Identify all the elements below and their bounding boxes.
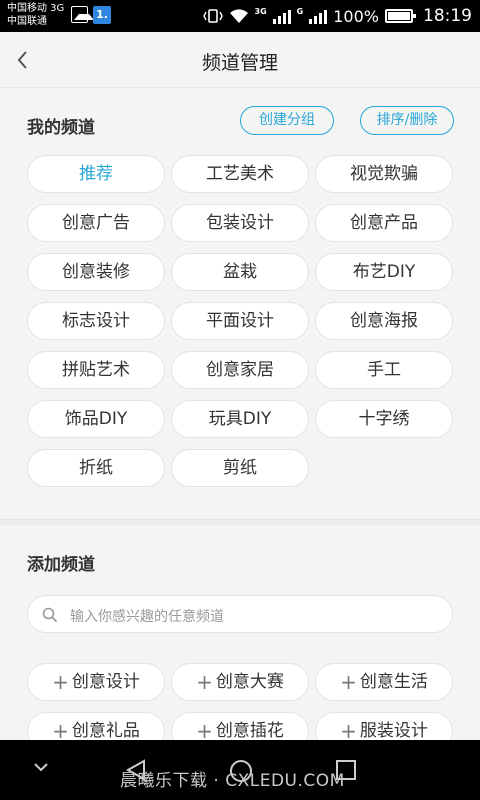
search-placeholder: 输入你感兴趣的任意频道	[70, 609, 224, 625]
add-channel-label: 创意大赛	[215, 672, 284, 692]
channel-search-input[interactable]: 输入你感兴趣的任意频道	[27, 595, 453, 633]
wifi-icon	[229, 9, 248, 23]
channel-chip[interactable]: 创意装修	[27, 253, 165, 291]
add-channels-title: 添加频道	[27, 555, 95, 575]
add-channels-grid: + 创意设计 + 创意大赛 + 创意生活 + 创意礼品 + 创意插花 + 服装设…	[27, 663, 455, 750]
my-channels-grid: 推荐 工艺美术 视觉欺骗 创意广告 包装设计 创意产品 创意装修 盆栽 布艺DI…	[27, 155, 455, 487]
system-navigation-bar: 晨曦乐下载 · CXLEDU.COM	[0, 740, 480, 800]
search-icon	[42, 607, 58, 623]
vibrate-icon	[202, 9, 223, 23]
clock: 18:19	[423, 6, 472, 26]
carrier-line-1: 中国移动 3G	[7, 3, 65, 14]
battery-icon	[385, 9, 416, 23]
network-3g-label: 3G	[254, 6, 267, 16]
add-channel-label: 创意生活	[359, 672, 428, 692]
plus-icon: +	[340, 670, 357, 694]
channel-chip[interactable]: 工艺美术	[171, 155, 309, 193]
carrier-line-2: 中国联通	[7, 16, 47, 27]
channel-chip[interactable]: 视觉欺骗	[315, 155, 453, 193]
watermark-text: 晨曦乐下载 · CXLEDU.COM	[120, 771, 345, 791]
page-title: 频道管理	[201, 52, 278, 74]
channel-chip[interactable]: 盆栽	[171, 253, 309, 291]
carrier-info: 中国移动 3G 中国联通	[7, 2, 64, 28]
channel-chip[interactable]: 剪纸	[171, 449, 309, 487]
app-notification-icon: 1.	[93, 6, 111, 24]
status-bar: 中国移动 3G 中国联通 1. 3G G 100% 18:19	[0, 0, 480, 32]
channel-chip[interactable]: 饰品DIY	[27, 400, 165, 438]
my-channels-section: 我的频道 创建分组 排序/删除 推荐 工艺美术 视觉欺骗 创意广告 包装设计 创…	[0, 89, 480, 521]
network-g-label: G	[296, 6, 304, 16]
channel-chip[interactable]: 创意产品	[315, 204, 453, 242]
channel-chip[interactable]: 玩具DIY	[171, 400, 309, 438]
create-group-button[interactable]: 创建分组	[240, 106, 334, 135]
signal-strength-icon-1	[272, 8, 291, 24]
system-status-group: 3G G 100% 18:19	[202, 0, 472, 32]
chevron-down-icon[interactable]	[32, 760, 50, 774]
channel-chip[interactable]: 拼贴艺术	[27, 351, 165, 389]
channel-chip[interactable]: 创意家居	[171, 351, 309, 389]
channel-chip[interactable]: 创意海报	[315, 302, 453, 340]
channel-chip[interactable]: 平面设计	[171, 302, 309, 340]
add-channel-chip[interactable]: + 创意生活	[315, 663, 453, 701]
add-channels-section: 添加频道 输入你感兴趣的任意频道 + 创意设计 + 创意大赛 + 创意生活 + …	[0, 525, 480, 750]
app-header: 频道管理	[0, 32, 480, 88]
my-channels-title: 我的频道	[27, 118, 95, 138]
channel-chip[interactable]: 包装设计	[171, 204, 309, 242]
battery-percent: 100%	[333, 6, 379, 26]
add-channel-chip[interactable]: + 创意设计	[27, 663, 165, 701]
add-channel-chip[interactable]: + 创意大赛	[171, 663, 309, 701]
channel-chip[interactable]: 十字绣	[315, 400, 453, 438]
channel-chip[interactable]: 折纸	[27, 449, 165, 487]
channel-chip[interactable]: 标志设计	[27, 302, 165, 340]
signal-strength-icon-2	[309, 8, 328, 24]
channel-chip[interactable]: 创意广告	[27, 204, 165, 242]
plus-icon: +	[196, 670, 213, 694]
plus-icon: +	[52, 670, 69, 694]
channel-chip[interactable]: 布艺DIY	[315, 253, 453, 291]
add-channel-label: 创意设计	[71, 672, 140, 692]
channel-chip-recommended[interactable]: 推荐	[27, 155, 165, 193]
image-notification-icon	[71, 6, 94, 23]
channel-chip[interactable]: 手工	[315, 351, 453, 389]
sort-delete-button[interactable]: 排序/删除	[360, 106, 454, 135]
